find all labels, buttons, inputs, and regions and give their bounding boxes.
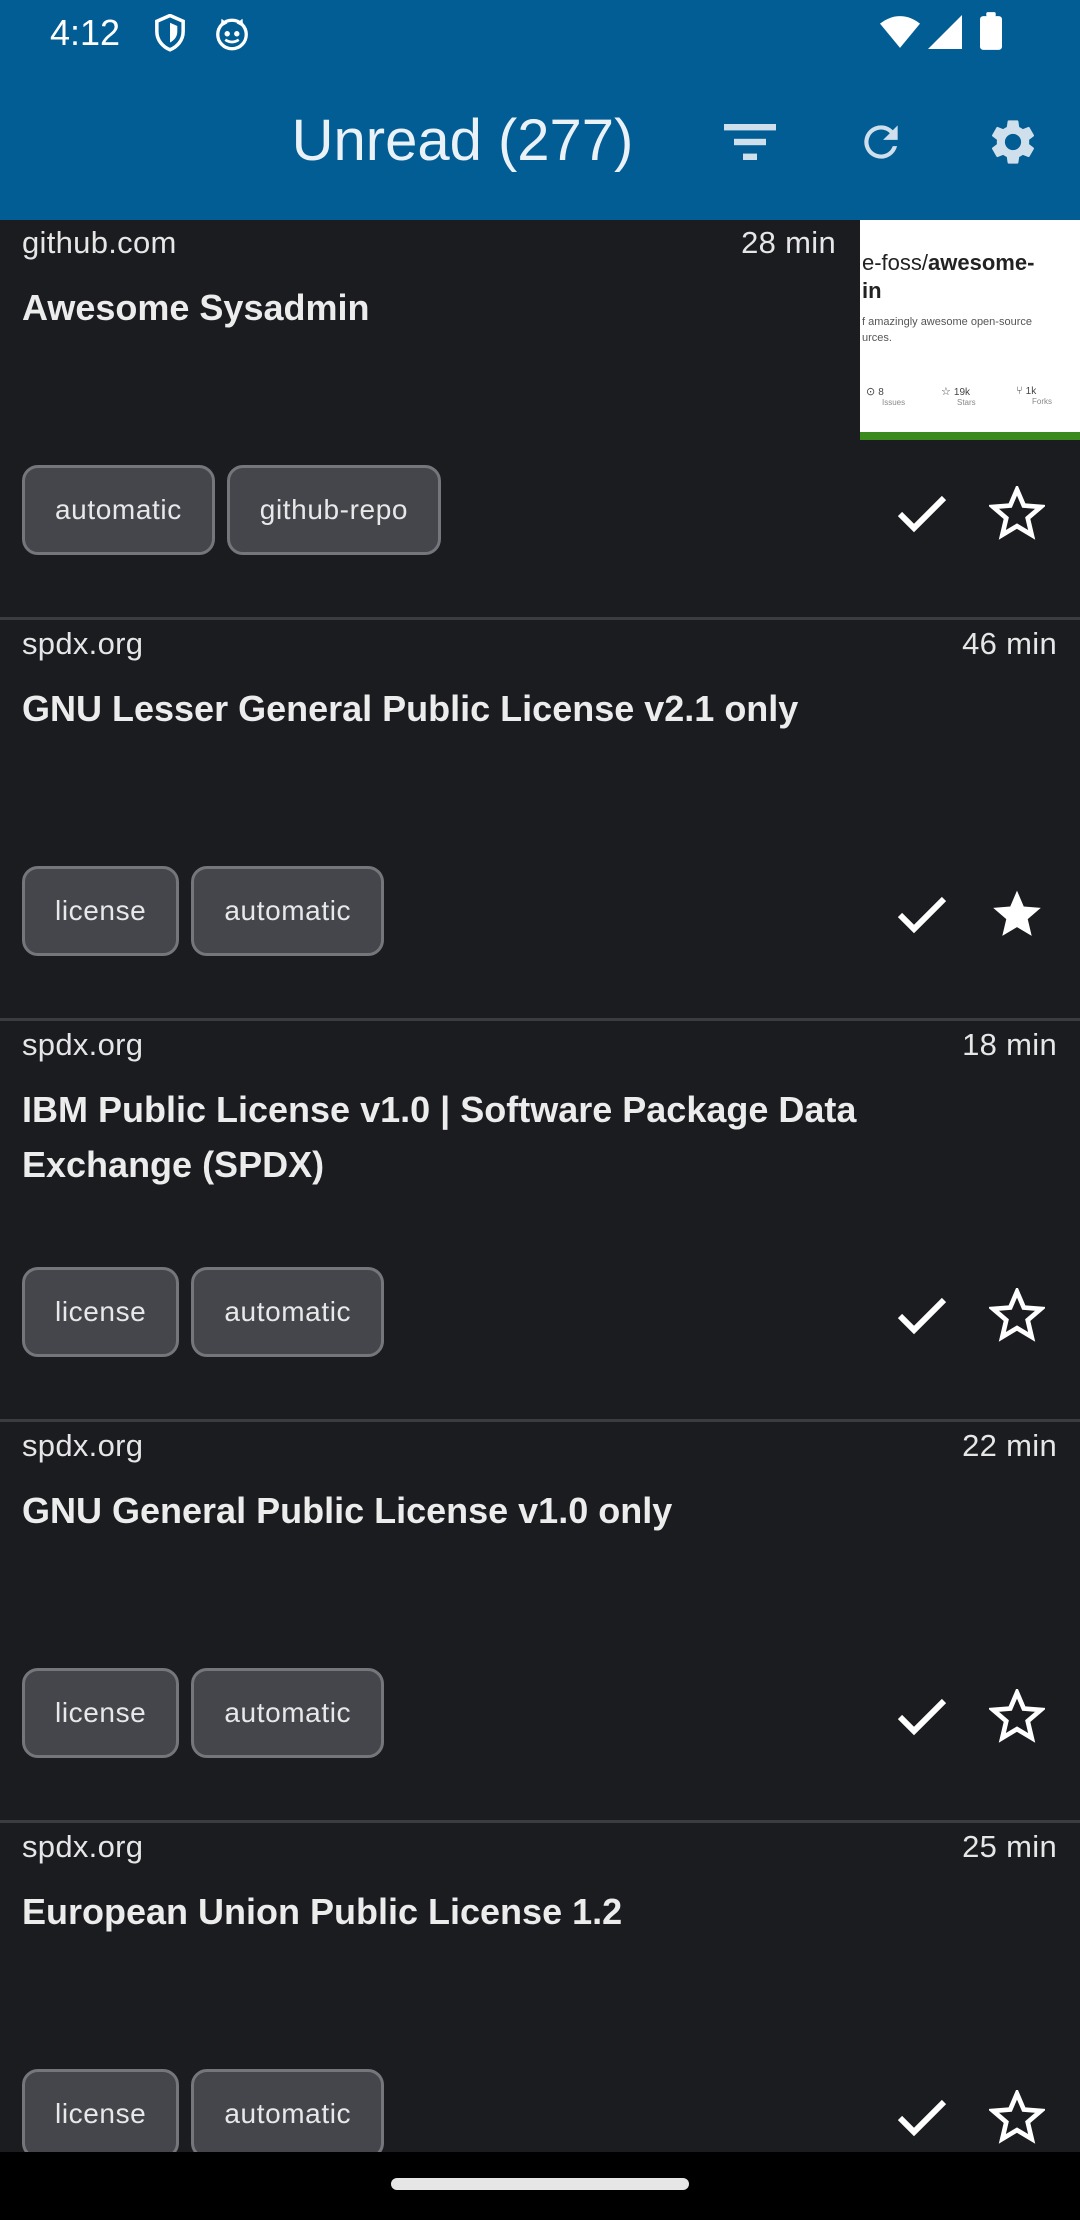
mark-read-button[interactable] xyxy=(887,480,957,550)
article-card[interactable]: spdx.org 18 min IBM Public License v1.0 … xyxy=(0,1022,1080,1422)
article-title: GNU General Public License v1.0 only xyxy=(22,1490,673,1531)
refresh-icon xyxy=(856,117,906,172)
page-title: Unread (277) xyxy=(291,108,634,173)
article-source: github.com xyxy=(22,225,177,260)
article-source: spdx.org xyxy=(22,1829,144,1864)
gesture-handle[interactable] xyxy=(391,2178,689,2190)
thumbnail-stat: ⊙ 8 Issues xyxy=(866,386,906,407)
tag-chip[interactable]: automatic xyxy=(191,1267,385,1357)
shield-icon xyxy=(152,13,188,57)
article-time: 25 min xyxy=(962,1829,1057,1864)
mark-read-button[interactable] xyxy=(887,1683,957,1753)
star-button[interactable] xyxy=(982,1282,1052,1352)
mark-read-button[interactable] xyxy=(887,881,957,951)
thumbnail-description: f amazingly awesome open-source xyxy=(862,316,1032,328)
thumbnail-stat: ⑂ 1k Forks xyxy=(1016,385,1052,406)
tag-list: license automatic xyxy=(22,1267,385,1357)
tag-chip[interactable]: license xyxy=(22,866,180,956)
article-card[interactable]: github.com 28 min Awesome Sysadmin e-fos… xyxy=(0,220,1080,620)
mark-read-button[interactable] xyxy=(887,1282,957,1352)
settings-icon xyxy=(986,115,1040,174)
article-source: spdx.org xyxy=(22,1428,144,1463)
article-list[interactable]: github.com 28 min Awesome Sysadmin e-fos… xyxy=(0,220,1080,2152)
article-card[interactable]: spdx.org 22 min GNU General Public Licen… xyxy=(0,1423,1080,1823)
thumbnail-stats: ⊙ 8 Issues ☆ 19k Stars ⑂ 1k Forks xyxy=(866,385,1076,407)
tag-chip[interactable]: automatic xyxy=(22,465,215,555)
article-card[interactable]: spdx.org 25 min European Union Public Li… xyxy=(0,1824,1080,2152)
tag-chip[interactable]: license xyxy=(22,2069,180,2152)
article-thumbnail[interactable]: e-foss/awesome- in f amazingly awesome o… xyxy=(860,220,1080,440)
filter-icon xyxy=(724,122,776,167)
settings-button[interactable] xyxy=(981,112,1045,176)
tag-chip[interactable]: automatic xyxy=(191,1668,385,1758)
check-icon xyxy=(897,2097,947,2142)
status-time: 4:12 xyxy=(50,12,121,53)
article-time: 28 min xyxy=(741,225,836,260)
star-button[interactable] xyxy=(982,881,1052,951)
wifi-icon xyxy=(880,16,920,53)
tag-list: automatic github-repo xyxy=(22,465,442,555)
thumbnail-stat: ☆ 19k Stars xyxy=(941,386,976,407)
mark-read-button[interactable] xyxy=(887,2084,957,2152)
star-filled-icon xyxy=(989,887,1045,946)
thumbnail-repo-name-cont: in xyxy=(862,278,882,303)
tag-chip[interactable]: automatic xyxy=(191,2069,385,2152)
article-title: GNU Lesser General Public License v2.1 o… xyxy=(22,688,799,729)
star-outline-icon xyxy=(987,483,1047,545)
check-icon xyxy=(897,1696,947,1741)
tag-chip[interactable]: github-repo xyxy=(226,465,442,555)
article-source: spdx.org xyxy=(22,1027,144,1062)
thumbnail-description-cont: urces. xyxy=(862,332,892,344)
thumbnail-repo-name: awesome- xyxy=(928,250,1035,275)
thumbnail-path: e-foss/ xyxy=(862,250,929,275)
article-time: 46 min xyxy=(962,626,1057,661)
star-button[interactable] xyxy=(982,1683,1052,1753)
article-time: 22 min xyxy=(962,1428,1057,1463)
check-icon xyxy=(897,493,947,538)
star-outline-icon xyxy=(987,1686,1047,1748)
refresh-button[interactable] xyxy=(849,112,913,176)
article-title: Awesome Sysadmin xyxy=(22,287,370,328)
status-bar: 4:12 xyxy=(0,0,1080,66)
check-icon xyxy=(897,1295,947,1340)
star-outline-icon xyxy=(987,1285,1047,1347)
navigation-bar xyxy=(0,2152,1080,2220)
tag-list: license automatic xyxy=(22,1668,385,1758)
cat-icon xyxy=(214,14,250,57)
star-outline-icon xyxy=(987,2087,1047,2149)
article-source: spdx.org xyxy=(22,626,144,661)
tag-list: license automatic xyxy=(22,2069,385,2152)
thumbnail-accent-bar xyxy=(860,432,1080,440)
tag-chip[interactable]: license xyxy=(22,1668,180,1758)
article-title: IBM Public License v1.0 | Software Packa… xyxy=(22,1089,857,1185)
star-button[interactable] xyxy=(982,480,1052,550)
signal-icon xyxy=(928,15,962,54)
tag-list: license automatic xyxy=(22,866,385,956)
article-time: 18 min xyxy=(962,1027,1057,1062)
battery-icon xyxy=(980,12,1002,55)
article-title: European Union Public License 1.2 xyxy=(22,1891,623,1932)
tag-chip[interactable]: license xyxy=(22,1267,180,1357)
check-icon xyxy=(897,894,947,939)
app-bar: Unread (277) xyxy=(0,66,1080,220)
tag-chip[interactable]: automatic xyxy=(191,866,385,956)
star-button[interactable] xyxy=(982,2084,1052,2152)
article-card[interactable]: spdx.org 46 min GNU Lesser General Publi… xyxy=(0,621,1080,1021)
filter-button[interactable] xyxy=(718,112,782,176)
